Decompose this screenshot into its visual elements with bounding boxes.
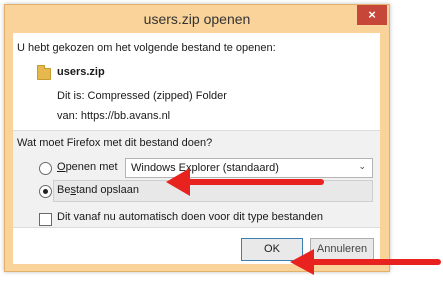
cancel-button[interactable]: Annuleren [310, 238, 374, 261]
ok-button[interactable]: OK [241, 238, 303, 261]
chevron-down-icon: ⌄ [358, 161, 366, 171]
action-group: Wat moet Firefox met dit bestand doen? O… [13, 130, 380, 228]
dialog-body: U hebt gekozen om het volgende bestand t… [13, 33, 380, 264]
file-name: users.zip [57, 66, 105, 78]
open-with-label[interactable]: Openen met [57, 161, 118, 173]
title-bar[interactable]: users.zip openen × [5, 5, 389, 33]
window-title: users.zip openen [143, 11, 251, 27]
save-file-label[interactable]: Bestand opslaan [57, 184, 139, 196]
zip-folder-icon [37, 65, 51, 80]
application-select-value: Windows Explorer (standaard) [131, 162, 279, 174]
intro-text: U hebt gekozen om het volgende bestand t… [17, 42, 276, 54]
file-open-dialog: users.zip openen × U hebt gekozen om het… [4, 4, 390, 272]
auto-action-checkbox[interactable] [39, 213, 52, 226]
file-type: Dit is: Compressed (zipped) Folder [57, 90, 227, 102]
file-source: van: https://bb.avans.nl [57, 110, 171, 122]
application-select[interactable]: Windows Explorer (standaard) ⌄ [125, 158, 373, 178]
open-with-radio[interactable] [39, 162, 52, 175]
close-button[interactable]: × [357, 5, 387, 25]
action-question: Wat moet Firefox met dit bestand doen? [17, 137, 213, 149]
auto-action-label[interactable]: Dit vanaf nu automatisch doen voor dit t… [57, 211, 323, 223]
save-file-radio[interactable] [39, 185, 52, 198]
